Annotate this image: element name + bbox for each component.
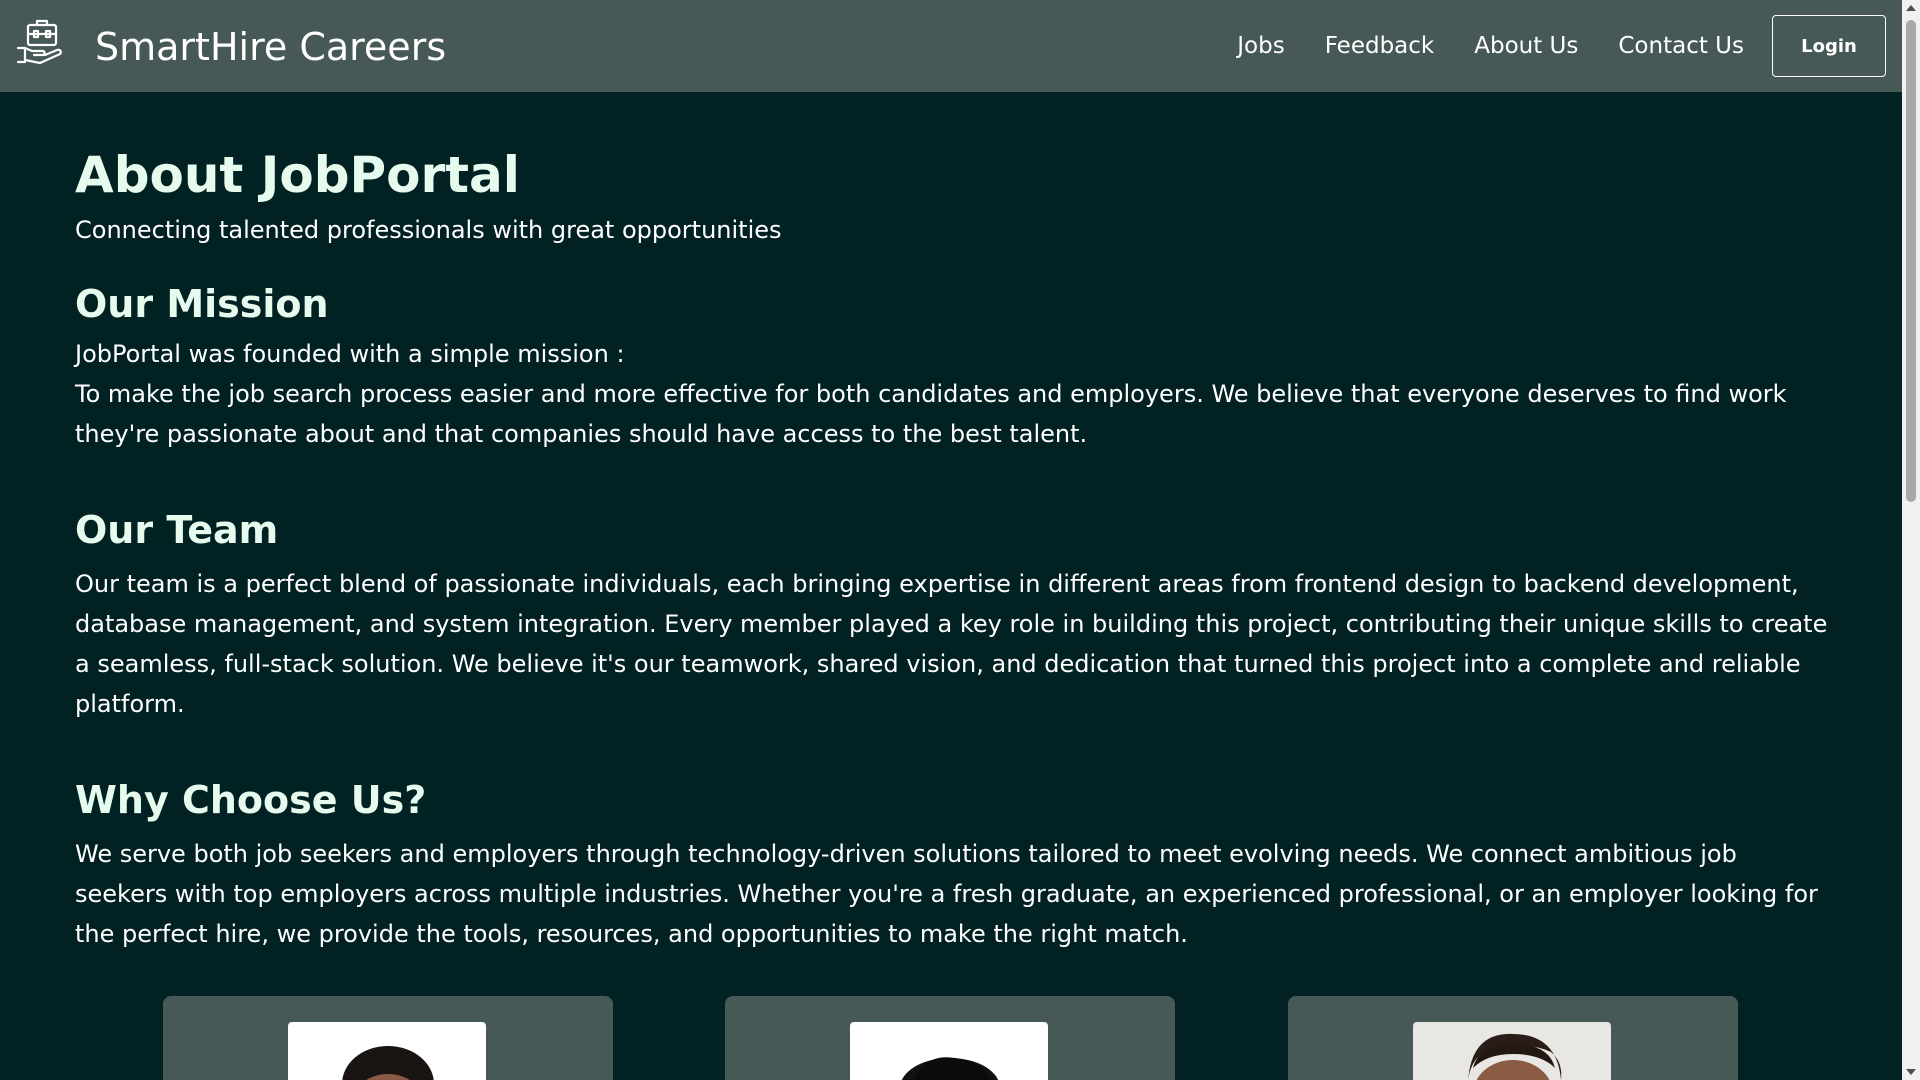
scroll-up-arrow-icon[interactable] [1906, 5, 1916, 11]
why-choose-body: We serve both job seekers and employers … [75, 840, 1818, 948]
mission-intro: JobPortal was founded with a simple miss… [75, 340, 625, 368]
mission-body: To make the job search process easier an… [75, 380, 1787, 448]
nav-jobs[interactable]: Jobs [1237, 33, 1284, 59]
team-card [725, 996, 1175, 1080]
scroll-down-arrow-icon[interactable] [1906, 1069, 1916, 1075]
main-nav: Jobs Feedback About Us Contact Us [1237, 0, 1744, 92]
team-body: Our team is a perfect blend of passionat… [75, 570, 1828, 718]
team-card [163, 996, 613, 1080]
team-member-photo [288, 1022, 486, 1080]
nav-contact-us[interactable]: Contact Us [1618, 33, 1744, 59]
top-navbar: SmartHire Careers Jobs Feedback About Us… [0, 0, 1902, 92]
page-title: About JobPortal [75, 146, 520, 204]
mission-heading: Our Mission [75, 282, 329, 326]
page-subtitle: Connecting talented professionals with g… [75, 216, 782, 244]
vertical-scrollbar[interactable] [1902, 0, 1920, 1080]
about-content: About JobPortal Connecting talented prof… [75, 140, 1835, 954]
team-member-photo [850, 1022, 1048, 1080]
team-card [1288, 996, 1738, 1080]
login-button[interactable]: Login [1772, 15, 1886, 77]
team-cards [0, 996, 1902, 1080]
scrollbar-thumb[interactable] [1906, 20, 1916, 502]
nav-feedback[interactable]: Feedback [1325, 33, 1435, 59]
nav-about-us[interactable]: About Us [1474, 33, 1578, 59]
team-member-photo [1413, 1022, 1611, 1080]
brand-name[interactable]: SmartHire Careers [95, 23, 446, 71]
why-choose-heading: Why Choose Us? [75, 778, 427, 822]
team-heading: Our Team [75, 508, 279, 552]
briefcase-hand-icon[interactable] [16, 18, 64, 66]
